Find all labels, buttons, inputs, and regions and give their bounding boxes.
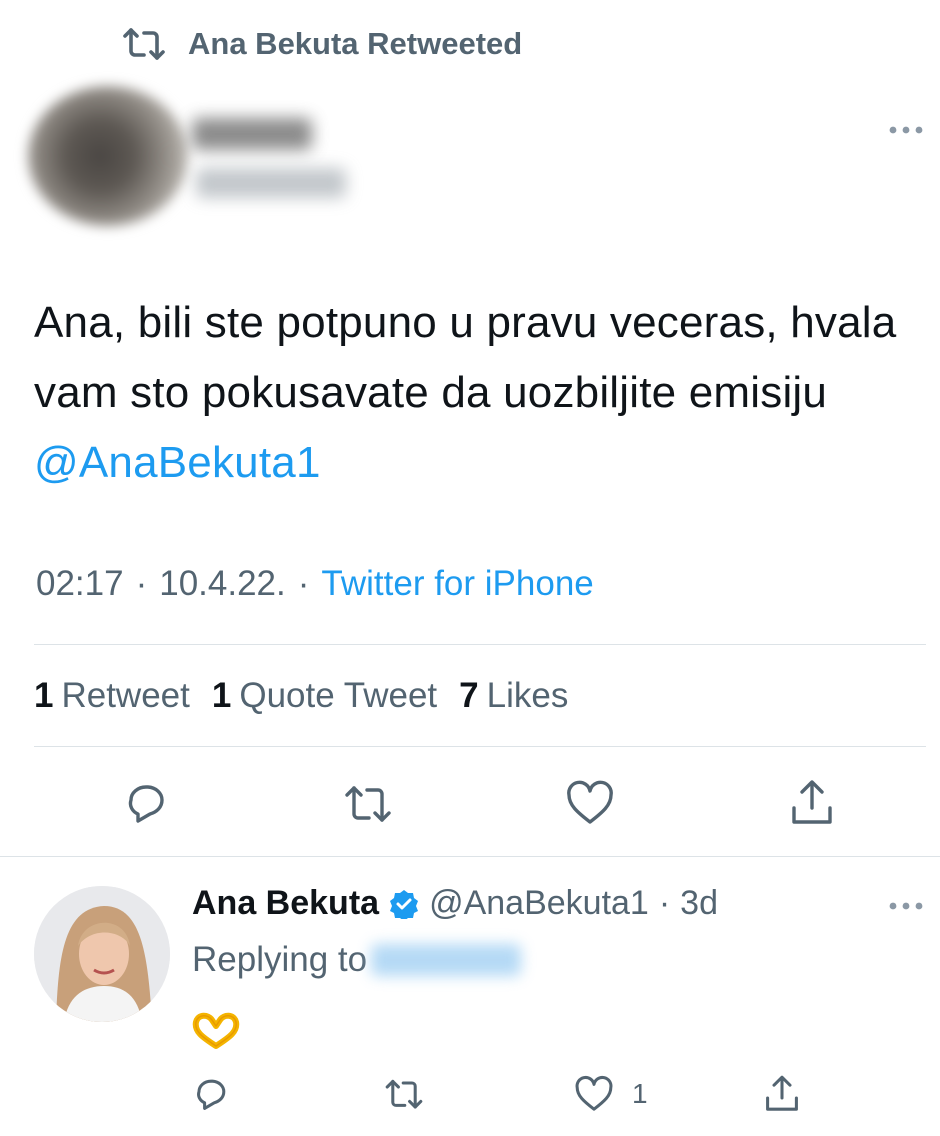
reply-share-button[interactable] [762,1074,802,1114]
reply-more-options-icon[interactable] [888,900,924,912]
replying-to: Replying to [192,940,522,980]
retweet-header[interactable]: Ana Bekuta Retweeted [122,24,522,64]
retweets-count: 1 [34,676,54,715]
author-avatar[interactable] [28,86,188,226]
divider [34,644,926,645]
like-icon [575,1075,613,1111]
reply-icon [128,785,164,823]
likes-stat[interactable]: 7 Likes [459,676,568,716]
reply-like-button[interactable] [574,1074,614,1114]
tweet-stats: 1 Retweet 1 Quote Tweet 7 Likes [34,676,568,716]
reply-meta-separator: · [658,884,671,922]
tweet-source-link[interactable]: Twitter for iPhone [321,564,593,604]
replying-to-mention-blurred[interactable] [371,944,522,976]
quotes-count: 1 [211,676,232,715]
reply-like-count: 1 [632,1078,648,1109]
author-handle-blurred [196,168,346,198]
meta-separator: · [297,564,310,603]
divider [0,856,940,857]
author-name-blurred[interactable] [192,118,312,150]
retweet-icon [385,1079,423,1109]
likes-count: 7 [459,676,479,715]
like-icon [567,780,613,824]
tweet-time[interactable]: 02:17 [36,564,124,604]
retweet-header-label: Ana Bekuta Retweeted [188,26,523,61]
share-icon [766,1075,798,1111]
retweet-icon [122,27,166,61]
quotes-label: Quote Tweet [239,676,438,715]
reply-age[interactable]: 3d [680,884,718,923]
reply-retweet-button[interactable] [384,1075,424,1115]
quotes-stat[interactable]: 1 Quote Tweet [212,676,437,716]
divider [34,746,926,747]
reply-avatar[interactable] [34,886,170,1022]
reply-author-handle[interactable]: @AnaBekuta1 [429,884,649,923]
likes-label: Likes [486,676,569,715]
share-button[interactable] [787,778,837,828]
more-options-icon[interactable] [888,124,924,136]
reply-header: Ana Bekuta @AnaBekuta1 · 3d [192,884,718,923]
share-icon [792,780,832,824]
like-button[interactable] [565,778,615,828]
reply-icon [197,1079,226,1110]
retweets-stat[interactable]: 1 Retweet [34,676,190,716]
reply-button[interactable] [121,778,171,828]
reply-author-name[interactable]: Ana Bekuta [192,884,379,923]
retweet-button[interactable] [343,780,393,830]
tweet-meta: 02:17 · 10.4.22. · Twitter for iPhone [36,564,594,604]
verified-badge-icon [389,889,419,919]
retweet-icon [345,786,391,822]
reply-reply-button[interactable] [191,1074,231,1114]
tweet-date[interactable]: 10.4.22. [159,564,286,604]
retweets-label: Retweet [61,676,190,715]
tweet-mention-link[interactable]: @AnaBekuta1 [34,438,321,487]
replying-to-label: Replying to [192,940,368,979]
meta-separator: · [135,564,148,603]
tweet-text: Ana, bili ste potpuno u pravu veceras, h… [34,288,914,498]
tweet-text-body: Ana, bili ste potpuno u pravu veceras, h… [34,298,897,417]
heart-hands-emoji [190,1010,242,1050]
